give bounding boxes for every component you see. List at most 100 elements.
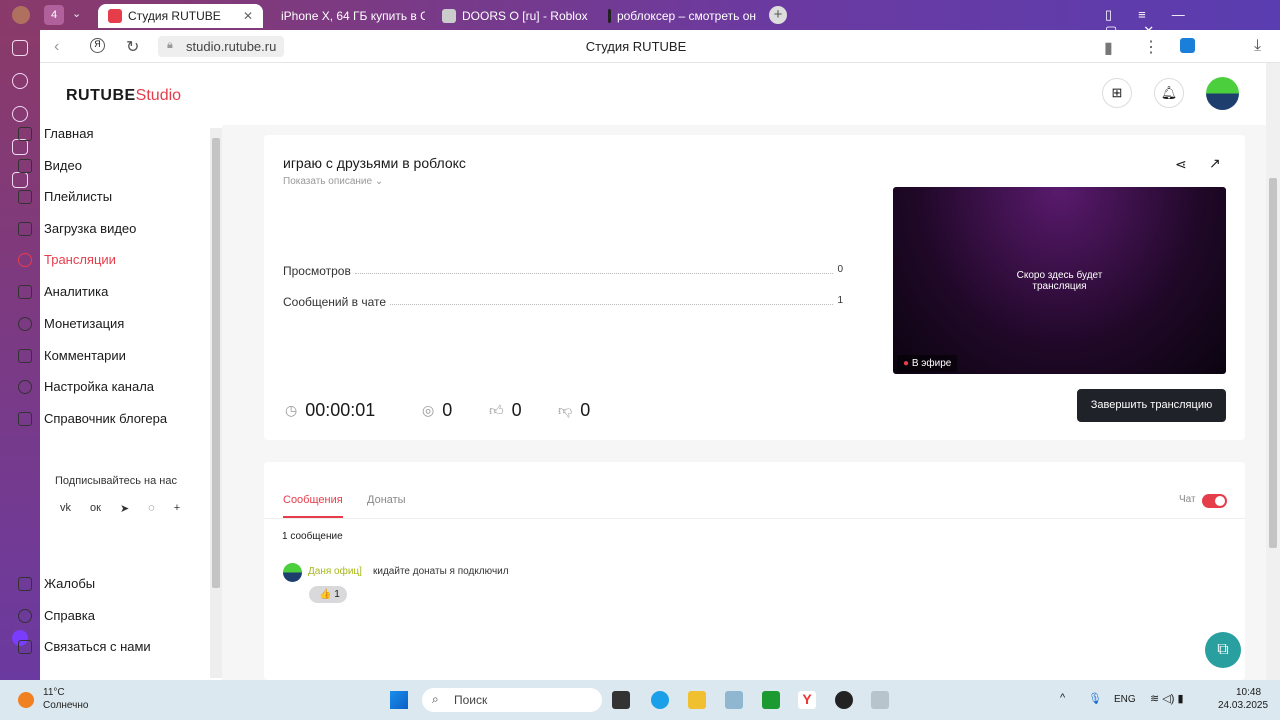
downloads-icon[interactable]: ⤓ [1254,37,1261,55]
weather-temp[interactable]: 11°C [43,687,65,698]
stat-views: Просмотров 0 [283,264,843,278]
sidebar-item-monetization[interactable]: Монетизация [18,316,124,331]
sidebar-item-contact[interactable]: Связаться с нами [18,639,151,654]
extension-icon[interactable] [1180,38,1195,53]
likes: 👍︎ 0 [489,400,522,420]
label: Плейлисты [44,189,113,204]
address-bar: ‹ Я ↻ 🔒︎ studio.rutube.ru Студия RUTUBE ▮… [40,30,1280,63]
weather-desc[interactable]: Солнечно [43,700,88,711]
tab-rutube-studio[interactable]: Студия RUTUBE ✕ [98,4,263,28]
label: Видео [44,158,82,173]
label: Справочник блогера [44,411,168,426]
live-badge: ● В эфире [897,355,958,372]
preview-text: Скоро здесь будет трансляция [1016,270,1103,292]
vk-icon[interactable]: vk [60,502,71,515]
tab-label: DOORS ⭘ [ru] - Roblox [462,8,588,23]
windows-start-icon[interactable] [390,691,408,709]
end-stream-button[interactable]: Завершить трансляцию [1077,389,1226,422]
help-book-icon [18,411,32,426]
sidebar-item-analytics[interactable]: Аналитика [18,284,108,299]
label: Настройка канала [44,379,155,394]
sidebar-item-video[interactable]: Видео [18,158,82,173]
sidebar-item-channel-settings[interactable]: Настройка канала [18,379,154,394]
external-link-icon[interactable]: ↗ [1209,155,1221,172]
tab-counter[interactable]: 4 [44,5,64,25]
chat-bubbles-icon: ⧉ [1217,641,1229,658]
label: Связаться с нами [44,639,151,654]
telegram-icon[interactable]: ➤ [120,502,129,515]
message-author[interactable]: Даня офиц] [308,566,362,577]
stat-chat-messages: Сообщений в чате 1 [283,295,843,309]
history-icon[interactable] [12,73,28,89]
menu-icon[interactable]: ⋮ [1143,37,1159,57]
label: Аналитика [44,284,109,299]
sidebar-item-home[interactable]: Главная [18,126,93,141]
rutube-favicon [608,9,611,23]
tabs-dropdown-icon[interactable]: ⌄ [72,7,81,20]
xbox-icon[interactable] [762,691,780,709]
sidebar-scroll-thumb[interactable] [212,138,220,588]
obs-icon[interactable] [835,691,853,709]
tab-iphone[interactable]: iPhone X, 64 ГБ купить в С [275,4,425,28]
tab-donations[interactable]: Донаты [367,494,406,506]
chat-toggle[interactable] [1202,494,1227,508]
collections-icon[interactable] [12,40,28,56]
new-tab-button[interactable]: + [769,6,787,24]
windows-taskbar: 11°C Солнечно ⌕ Поиск Y ^ 🎙︎ ENG ≋ ◁) ▮ 1… [0,680,1280,720]
tab-label: Студия RUTUBE [128,9,221,23]
screenshot-icon[interactable] [12,172,28,188]
explorer-icon[interactable] [688,691,706,709]
yandex-browser-icon[interactable]: Y [798,691,816,709]
tab-doors[interactable]: DOORS ⭘ [ru] - Roblox [442,4,592,28]
tab-messages[interactable]: Сообщения [283,494,343,506]
user-avatar[interactable] [1206,77,1239,110]
app-icon[interactable] [725,691,743,709]
wifi-volume-battery-icons[interactable]: ≋ ◁) ▮ [1150,692,1184,705]
message-text: кидайте донаты я подключил [373,566,509,577]
sidebar-item-complaints[interactable]: Жалобы [18,576,95,591]
tab-robloxer[interactable]: роблоксер – смотреть он [608,4,756,28]
reaction-badge[interactable]: 👍 1 [309,586,347,603]
page-scroll-thumb[interactable] [1269,178,1277,548]
clock-date[interactable]: 24.03.2025 [1218,700,1268,711]
app-icon[interactable] [871,691,889,709]
support-chat-button[interactable]: ⧉ [1205,632,1241,668]
sidebar-item-blogger-guide[interactable]: Справочник блогера [18,411,167,426]
create-button[interactable]: ⊞ [1102,78,1132,108]
rutube-studio-logo[interactable]: RUTUBEStudio [66,87,181,105]
ok-icon[interactable]: ок [90,502,101,515]
sidebar-item-upload[interactable]: Загрузка видео [18,221,136,236]
subscribe-label: Подписывайтесь на нас [55,475,177,487]
notifications-button[interactable]: 🔔︎ [1154,78,1184,108]
chat-toggle-label: Чат [1179,494,1196,505]
more-social-icon[interactable]: + [174,502,180,515]
page-scrollbar[interactable] [1266,63,1280,680]
show-description-link[interactable]: Показать описание ⌄ [283,176,383,187]
share-icon[interactable]: ⋖ [1175,156,1187,173]
taskbar-search[interactable]: ⌕ Поиск [422,688,602,712]
clock-time[interactable]: 10:48 [1236,687,1261,698]
close-tab-icon[interactable]: ✕ [243,9,253,23]
skype-icon[interactable] [651,691,669,709]
sidebar-item-comments[interactable]: Комментарии [18,348,126,363]
app-icon[interactable] [612,691,630,709]
viber-icon[interactable]: ◌ [148,502,155,515]
gear-icon [18,379,32,394]
stream-preview[interactable]: Скоро здесь будет трансляция ● В эфире [893,187,1226,374]
bookmark-icon[interactable]: ▮ [1104,38,1113,58]
sidebar-item-streams[interactable]: Трансляции [18,252,116,267]
profile-avatar[interactable] [12,6,30,24]
tray-expand-icon[interactable]: ^ [1060,692,1065,704]
language-indicator[interactable]: ENG [1114,694,1136,705]
video-icon [18,158,32,173]
chart-icon [18,284,32,299]
microphone-icon[interactable]: 🎙︎ [1088,692,1102,705]
sidebar-item-help[interactable]: Справка [18,608,95,623]
ruble-icon [18,316,32,331]
sidebar-item-playlists[interactable]: Плейлисты [18,189,112,204]
thumbs-up-icon: 👍︎ [489,402,504,418]
tab-group-icon[interactable] [12,139,28,155]
weather-icon [18,692,34,708]
play-icon[interactable] [12,106,28,122]
flag-icon [18,576,32,591]
